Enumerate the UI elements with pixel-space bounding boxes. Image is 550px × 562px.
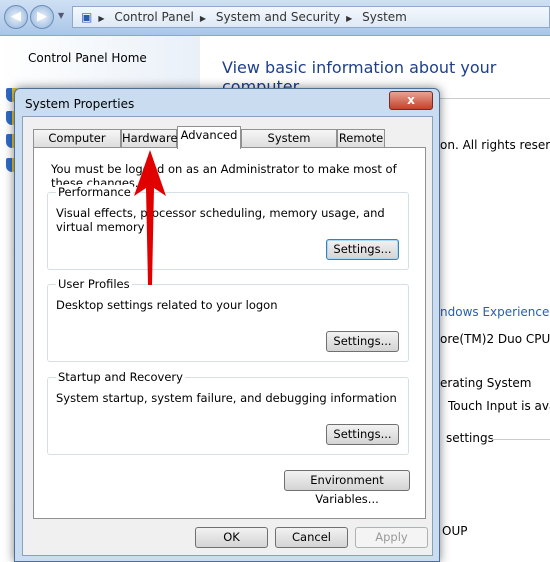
- tab-advanced[interactable]: Advanced: [177, 126, 241, 149]
- red-arrow-annotation: [134, 150, 166, 285]
- arrow-icon: [134, 150, 166, 285]
